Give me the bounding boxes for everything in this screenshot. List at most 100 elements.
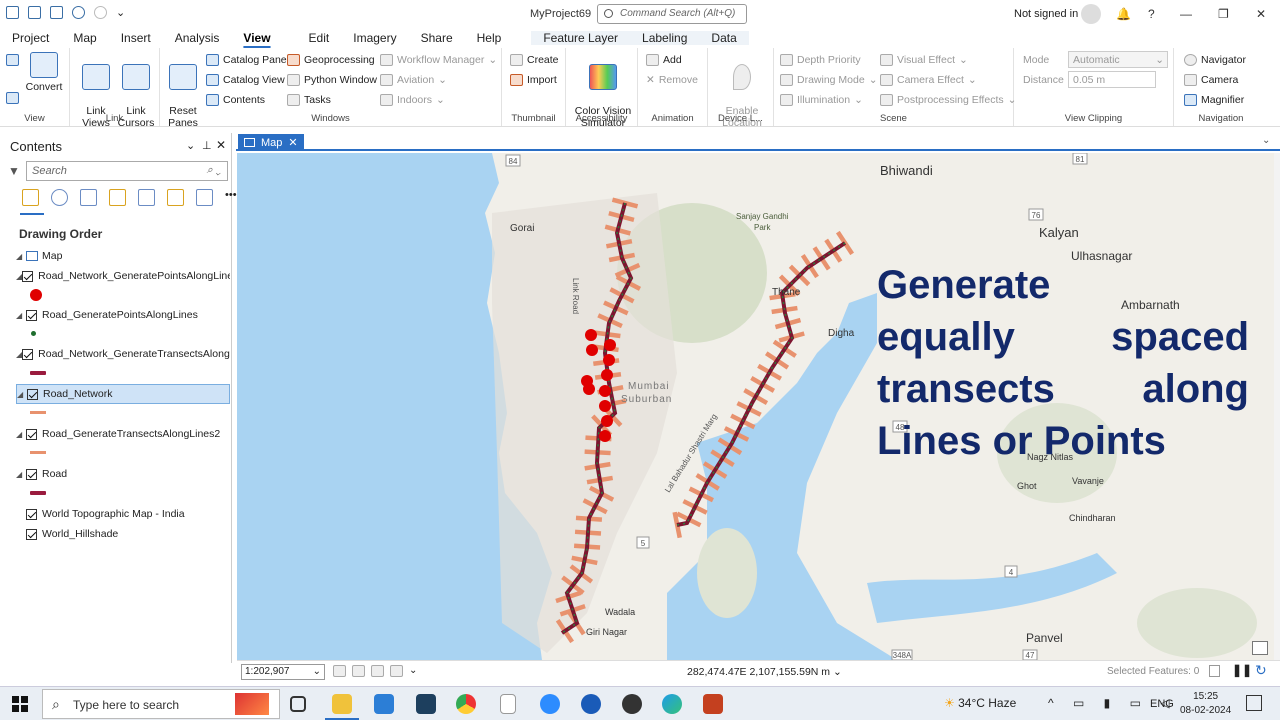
visual-effect-button[interactable]: Visual Effect ⌄: [880, 54, 968, 66]
point-marker[interactable]: [599, 430, 611, 442]
remove-animation-button[interactable]: ✕ Remove: [646, 74, 698, 86]
navigator-button[interactable]: Navigator: [1184, 54, 1246, 66]
point-marker[interactable]: [604, 339, 616, 351]
clipping-distance-input[interactable]: 0.05 m: [1068, 71, 1156, 88]
tab-analysis[interactable]: Analysis: [163, 31, 232, 45]
point-marker[interactable]: [599, 385, 611, 397]
scene-view-icon[interactable]: [6, 92, 19, 104]
task-view-icon[interactable]: [290, 696, 306, 712]
contents-button[interactable]: Contents: [206, 94, 265, 106]
mail-icon[interactable]: [374, 694, 394, 714]
tab-help[interactable]: Help: [465, 31, 514, 45]
layer-road-network-transects[interactable]: ◢ Road_Network_GenerateTransectsAlong...: [16, 344, 230, 364]
pane-options-icon[interactable]: ⌄: [186, 139, 195, 152]
tab-view[interactable]: View: [231, 31, 282, 45]
filter-icon[interactable]: ▼: [8, 164, 20, 178]
point-marker[interactable]: [583, 383, 595, 395]
open-project-icon[interactable]: [28, 6, 41, 19]
file-explorer-icon[interactable]: [332, 694, 352, 714]
close-icon[interactable]: ✕: [1256, 7, 1266, 21]
add-animation-button[interactable]: Add: [646, 54, 682, 66]
windows-start-icon[interactable]: [12, 696, 28, 712]
list-by-editing-icon[interactable]: [109, 189, 126, 206]
avatar[interactable]: [1081, 4, 1101, 24]
map-view[interactable]: 84 81 76 5 4 48 348A 47 Bhiwandi Kalyan …: [237, 153, 1274, 660]
workflow-manager-button[interactable]: Workflow Manager ⌄: [380, 54, 497, 66]
pause-drawing-icon[interactable]: ❚❚: [1232, 663, 1252, 677]
depth-priority-button[interactable]: Depth Priority: [780, 54, 861, 66]
point-symbol[interactable]: [30, 289, 42, 301]
layer-world-topographic[interactable]: World Topographic Map - India: [26, 504, 240, 524]
redo-icon[interactable]: [94, 6, 107, 19]
collapse-triangle-icon[interactable]: ◢: [16, 252, 26, 261]
scale-selector[interactable]: 1:202,907 ⌄: [241, 664, 325, 680]
layer-visibility-checkbox[interactable]: [26, 528, 37, 540]
refresh-icon[interactable]: ↻: [1255, 662, 1267, 679]
command-search-input[interactable]: Command Search (Alt+Q): [597, 4, 747, 24]
map-scrollbar[interactable]: [1274, 153, 1280, 660]
line-symbol[interactable]: [30, 371, 46, 375]
layer-map[interactable]: ◢ Map: [16, 246, 230, 266]
catalog-view-button[interactable]: Catalog View: [206, 74, 285, 86]
input-language[interactable]: ENG: [1150, 698, 1174, 710]
layer-visibility-checkbox[interactable]: [26, 309, 37, 321]
help-icon[interactable]: ?: [1148, 7, 1155, 21]
tab-feature-layer[interactable]: Feature Layer: [531, 31, 631, 45]
layer-road-network[interactable]: ◢ Road_Network: [16, 384, 230, 404]
customize-qat-icon[interactable]: ⌄: [116, 6, 125, 19]
chrome-icon[interactable]: [456, 694, 476, 714]
convert-button[interactable]: Convert: [22, 52, 66, 93]
close-pane-icon[interactable]: ✕: [216, 138, 226, 152]
tab-insert[interactable]: Insert: [109, 31, 163, 45]
list-by-source-icon[interactable]: [51, 189, 68, 206]
tasks-button[interactable]: Tasks: [287, 94, 331, 106]
layer-world-hillshade[interactable]: World_Hillshade: [26, 524, 240, 544]
snapping-icon[interactable]: [371, 665, 384, 677]
python-window-button[interactable]: Python Window: [287, 74, 377, 86]
snap-icon[interactable]: [416, 694, 436, 714]
map-overview-icon[interactable]: [1252, 641, 1268, 655]
point-symbol[interactable]: [31, 331, 36, 336]
map-view-tab[interactable]: Map ✕: [238, 134, 304, 151]
catalog-pane-button[interactable]: Catalog Pane: [206, 54, 287, 66]
camera-button[interactable]: Camera: [1184, 74, 1238, 86]
layer-visibility-checkbox[interactable]: [22, 348, 34, 360]
tab-overflow-icon[interactable]: ⌄: [1262, 135, 1270, 146]
clock[interactable]: 15:25 08-02-2024: [1180, 690, 1231, 718]
sign-in-status[interactable]: Not signed in: [1014, 8, 1078, 20]
list-by-perspective-icon[interactable]: [196, 189, 213, 206]
layer-road-transects[interactable]: ◢ Road_GenerateTransectsAlongLines2: [16, 424, 230, 444]
obs-icon[interactable]: [622, 694, 642, 714]
chevron-down-icon[interactable]: ⌄: [833, 666, 842, 678]
selected-features-count[interactable]: Selected Features: 0: [1107, 666, 1199, 677]
map-view-icon[interactable]: [6, 54, 19, 66]
list-by-drawing-order-icon[interactable]: [22, 189, 39, 206]
point-marker[interactable]: [603, 354, 615, 366]
layer-visibility-checkbox[interactable]: [26, 468, 37, 480]
import-thumbnail-button[interactable]: Import: [510, 74, 557, 86]
tab-map[interactable]: Map: [61, 31, 108, 45]
arcgis-pro-icon[interactable]: [581, 694, 601, 714]
point-marker[interactable]: [599, 400, 611, 412]
magnifier-button[interactable]: Magnifier: [1184, 94, 1244, 106]
collapse-triangle-icon[interactable]: ◢: [16, 311, 26, 320]
tab-imagery[interactable]: Imagery: [341, 31, 408, 45]
refresh-toggle-icon[interactable]: [1209, 665, 1220, 677]
save-project-icon[interactable]: [50, 6, 63, 19]
notification-icon[interactable]: 🔔: [1116, 7, 1131, 21]
notifications-icon[interactable]: [1246, 695, 1262, 711]
new-project-icon[interactable]: [6, 6, 19, 19]
aviation-button[interactable]: Aviation ⌄: [380, 74, 447, 86]
contents-search-input[interactable]: Search ⌕ ⌄: [26, 161, 228, 181]
minimize-icon[interactable]: —: [1180, 7, 1192, 21]
create-thumbnail-button[interactable]: Create: [510, 54, 559, 66]
geoprocessing-button[interactable]: Geoprocessing: [287, 54, 375, 66]
list-by-selection-icon[interactable]: [80, 189, 97, 206]
powerpoint-icon[interactable]: [703, 694, 723, 714]
edge-icon[interactable]: [662, 694, 682, 714]
collapse-triangle-icon[interactable]: ◢: [16, 430, 26, 439]
clipping-mode-select[interactable]: Automatic ⌄: [1068, 51, 1168, 68]
constraints-icon[interactable]: [390, 665, 403, 677]
tab-labeling[interactable]: Labeling: [630, 31, 700, 45]
point-marker[interactable]: [601, 369, 613, 381]
